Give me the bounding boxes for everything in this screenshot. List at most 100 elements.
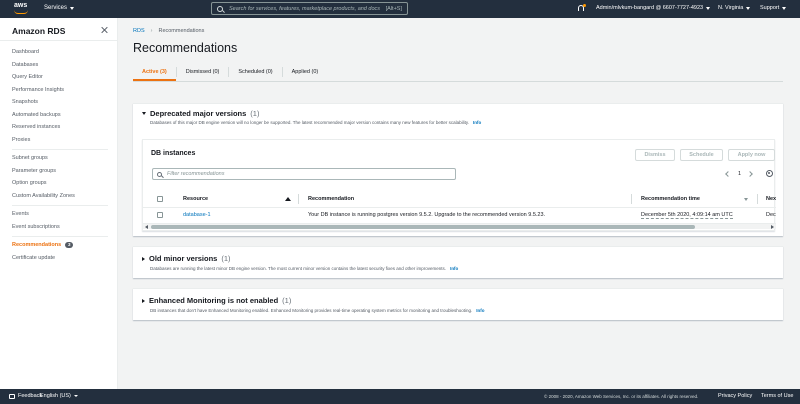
aws-logo[interactable]: aws [12, 2, 32, 16]
column-divider[interactable] [631, 194, 632, 204]
tab-applied[interactable]: Applied (0) [283, 63, 328, 81]
sidebar-item-automated-backups[interactable]: Automated backups [12, 112, 61, 118]
filter-recommendations-input[interactable]: Filter recommendations [152, 168, 456, 180]
schedule-button[interactable]: Schedule [680, 149, 723, 161]
resource-link-database-1[interactable]: database-1 [183, 209, 211, 221]
sort-caret-down-icon[interactable] [744, 198, 748, 201]
scroll-right-icon[interactable] [771, 225, 774, 229]
column-header-recommendation-time[interactable]: Recommendation time [641, 191, 700, 207]
page-number[interactable]: 1 [738, 171, 741, 177]
next-maintenance-value: Decem [766, 212, 776, 218]
panel-title: Deprecated major versions [150, 109, 247, 118]
tab-active[interactable]: Active (3) [133, 63, 176, 81]
select-all-checkbox[interactable] [157, 196, 163, 202]
sidebar-item-custom-availability-zones[interactable]: Custom Availability Zones [12, 193, 75, 199]
notifications-bell-icon[interactable] [577, 4, 586, 13]
panel-description: Databases of this major DB engine versio… [150, 120, 481, 125]
dismiss-button[interactable]: Dismiss [635, 149, 675, 161]
language-selector[interactable]: English (US) [40, 393, 78, 399]
recommendation-time-value: December 5th 2020, 4:09:14 am UTC [641, 211, 733, 219]
caret-down-icon [746, 6, 751, 10]
sidebar-item-parameter-groups[interactable]: Parameter groups [12, 168, 56, 174]
sidebar-item-query-editor[interactable]: Query Editor [12, 74, 43, 80]
column-header-next-maintenance[interactable]: Next m [766, 191, 776, 207]
sidebar-item-subnet-groups[interactable]: Subnet groups [12, 155, 48, 161]
column-header-resource[interactable]: Resource [183, 191, 208, 207]
support-menu[interactable]: Support [760, 5, 787, 11]
privacy-policy-link[interactable]: Privacy Policy [718, 393, 752, 399]
sidebar-item-dashboard[interactable]: Dashboard [12, 49, 39, 55]
previous-page-icon[interactable] [725, 171, 731, 177]
info-link[interactable]: Info [476, 308, 484, 313]
db-instances-title: DB instances [151, 150, 196, 157]
sidebar-item-events[interactable]: Events [12, 211, 29, 217]
apply-now-button[interactable]: Apply now [728, 149, 775, 161]
expand-caret-right-icon[interactable] [142, 298, 145, 303]
info-link[interactable]: Info [473, 120, 481, 125]
column-header-recommendation[interactable]: Recommendation [308, 191, 354, 207]
sidebar-item-reserved-instances[interactable]: Reserved instances [12, 124, 60, 130]
account-label: Admin/mlvkum-bangard @ 6607-7727-4923 [596, 5, 704, 11]
language-label: English (US) [40, 393, 71, 399]
account-menu[interactable]: Admin/mlvkum-bangard @ 6607-7727-4923 [596, 5, 711, 11]
db-instances-table-container: DB instances Dismiss Schedule Apply now … [142, 139, 776, 231]
sidebar-item-option-groups[interactable]: Option groups [12, 180, 47, 186]
tab-scheduled[interactable]: Scheduled (0) [229, 63, 281, 81]
sidebar-divider [12, 236, 108, 237]
settings-gear-icon[interactable] [766, 170, 773, 177]
panel-header[interactable]: Deprecated major versions (1) [142, 109, 259, 118]
tab-dismissed[interactable]: Dismissed (0) [177, 63, 229, 81]
breadcrumb: RDS › Recommendations [133, 28, 204, 34]
page-title: Recommendations [133, 41, 238, 55]
column-divider[interactable] [298, 194, 299, 204]
sidebar-item-label: Recommendations [12, 242, 62, 248]
scrollbar-thumb[interactable] [151, 225, 695, 229]
sidebar-divider [12, 205, 108, 206]
sort-ascending-icon[interactable] [285, 197, 291, 201]
feedback-label: Feedback [18, 393, 43, 399]
panel-header[interactable]: Enhanced Monitoring is not enabled (1) [142, 296, 291, 305]
sidebar-item-certificate-update[interactable]: Certificate update [12, 255, 55, 261]
sidebar-item-recommendations[interactable]: Recommendations 3 [12, 242, 74, 248]
panel-header[interactable]: Old minor versions (1) [142, 254, 231, 263]
caret-down-icon [782, 6, 787, 10]
caret-down-icon [706, 6, 711, 10]
expand-caret-down-icon[interactable] [142, 112, 146, 115]
breadcrumb-rds-link[interactable]: RDS [133, 28, 145, 34]
search-icon [157, 171, 162, 177]
caret-down-icon [70, 6, 75, 10]
next-page-icon[interactable] [747, 171, 753, 177]
scroll-left-icon[interactable] [145, 225, 148, 229]
expand-caret-right-icon[interactable] [142, 256, 145, 261]
panel-count: (1) [250, 109, 260, 118]
panel-title: Old minor versions [149, 254, 218, 263]
recommendation-text: Your DB instance is running postgres ver… [308, 212, 546, 218]
caret-down-icon [73, 395, 78, 397]
recommendation-tabs: Active (3) Dismissed (0) Scheduled (0) A… [133, 63, 327, 81]
search-placeholder: Search for services, features, marketpla… [229, 5, 381, 12]
column-divider[interactable] [757, 194, 758, 204]
notification-dot [583, 4, 586, 7]
region-menu[interactable]: N. Virginia [718, 5, 751, 11]
sidebar-title: Amazon RDS [12, 26, 66, 36]
sidebar-item-databases[interactable]: Databases [12, 62, 38, 68]
copyright-text: © 2008 - 2020, Amazon Web Services, Inc.… [544, 394, 699, 399]
feedback-bubble-icon [9, 393, 15, 399]
terms-of-use-link[interactable]: Terms of Use [761, 393, 793, 399]
services-menu[interactable]: Services [44, 5, 75, 11]
sidebar-divider [0, 40, 118, 41]
sidebar: Amazon RDS Dashboard Databases Query Edi… [0, 18, 118, 389]
aws-logo-text: aws [14, 2, 28, 9]
sidebar-item-snapshots[interactable]: Snapshots [12, 99, 38, 105]
close-icon[interactable] [100, 26, 108, 34]
sidebar-item-proxies[interactable]: Proxies [12, 137, 30, 143]
sidebar-item-event-subscriptions[interactable]: Event subscriptions [12, 224, 60, 230]
feedback-link[interactable]: Feedback [9, 393, 42, 399]
search-shortcut: [Alt+S] [385, 5, 402, 12]
table-header-divider [143, 207, 776, 208]
horizontal-scrollbar[interactable] [143, 223, 776, 229]
info-link[interactable]: Info [450, 266, 458, 271]
global-search-input[interactable]: Search for services, features, marketpla… [211, 2, 408, 15]
sidebar-item-performance-insights[interactable]: Performance Insights [12, 87, 64, 93]
row-checkbox[interactable] [157, 212, 163, 218]
